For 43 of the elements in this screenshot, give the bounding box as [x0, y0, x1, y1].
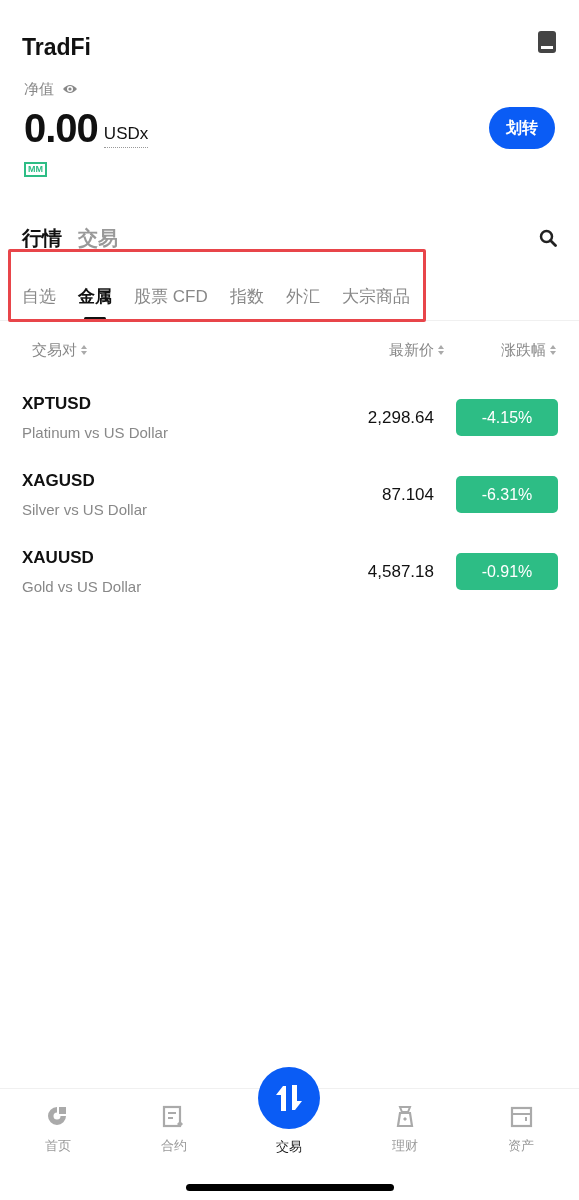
sort-icon[interactable] — [549, 343, 557, 356]
nav-tab[interactable]: 交易 — [231, 1067, 348, 1168]
instrument-name: Silver vs US Dollar — [22, 500, 149, 520]
category-tab[interactable]: 金属 — [78, 284, 112, 320]
category-tab[interactable]: 股票 CFD — [134, 284, 208, 320]
search-icon[interactable] — [539, 228, 557, 247]
balance-amount: 0.00 — [24, 107, 98, 148]
symbol-text: XPTUSD — [22, 392, 92, 415]
currency-unit[interactable]: USDx — [103, 121, 149, 148]
price-text: 87.104 — [382, 483, 434, 506]
column-header[interactable]: 最新价 — [389, 338, 434, 361]
eye-icon[interactable] — [62, 83, 78, 96]
nav-tab[interactable]: 资产 — [463, 1089, 579, 1168]
page-title: TradFi — [22, 33, 91, 62]
column-header[interactable]: 交易对 — [32, 338, 77, 361]
symbol-text: XAGUSD — [22, 469, 96, 492]
assets-icon — [509, 1105, 533, 1128]
category-tab[interactable]: 自选 — [22, 284, 56, 320]
instrument-name: Platinum vs US Dollar — [22, 423, 169, 443]
category-tab[interactable]: 外汇 — [285, 284, 320, 320]
change-badge[interactable]: -0.91% — [456, 553, 558, 590]
book-icon[interactable] — [537, 30, 557, 54]
contract-icon — [162, 1105, 186, 1128]
nav-tab[interactable]: 首页 — [0, 1089, 116, 1168]
price-text: 2,298.64 — [367, 406, 434, 429]
change-badge[interactable]: -4.15% — [456, 399, 558, 436]
account-badge: MM — [24, 161, 47, 178]
change-badge[interactable]: -6.31% — [456, 476, 558, 513]
category-tab[interactable]: 大宗商品 — [341, 284, 410, 320]
category-tab[interactable]: 指数 — [229, 284, 264, 320]
sort-icon[interactable] — [437, 343, 445, 356]
nav-tab[interactable]: 合约 — [115, 1089, 232, 1168]
instrument-name: Gold vs US Dollar — [22, 577, 143, 597]
transfer-button[interactable]: 划转 — [489, 106, 555, 149]
symbol-text: XAUUSD — [22, 546, 95, 569]
nav-tab[interactable]: 理财 — [347, 1089, 464, 1168]
column-header[interactable]: 涨跌幅 — [501, 338, 546, 361]
market-tab[interactable]: 行情 — [22, 222, 62, 253]
sort-icon[interactable] — [80, 343, 88, 356]
price-text: 4,587.18 — [367, 560, 434, 583]
net-value-label: 净值 — [24, 79, 54, 99]
market-tab[interactable]: 交易 — [78, 222, 118, 253]
trade-arrows-icon — [258, 1067, 321, 1129]
